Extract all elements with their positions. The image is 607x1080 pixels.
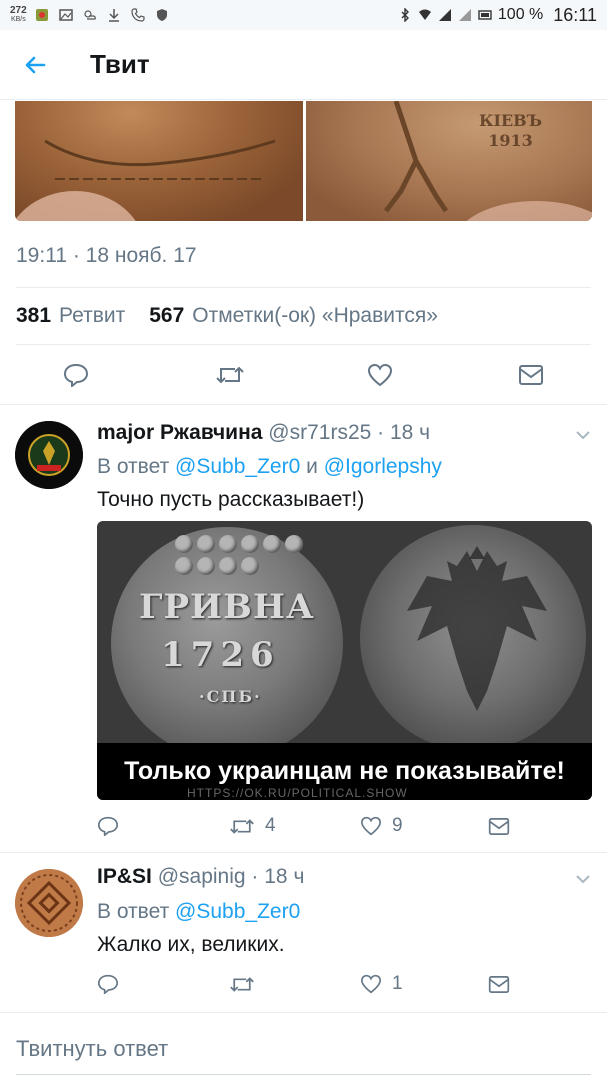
dm-button[interactable]: [488, 817, 510, 836]
battery-saver-icon: [478, 10, 492, 20]
tweet-actions: [0, 355, 607, 395]
retweet-count: 4: [265, 815, 276, 836]
coin-photo-left: [15, 101, 303, 221]
reply-icon: [97, 816, 119, 836]
like-button[interactable]: [367, 363, 393, 387]
retweet-button[interactable]: [229, 975, 265, 994]
avatar[interactable]: [15, 869, 83, 937]
shield-icon: [156, 9, 167, 21]
reply-button[interactable]: [97, 974, 119, 994]
divider: [16, 287, 591, 288]
like-button[interactable]: 1: [360, 973, 403, 995]
reply-text: Жалко их, великих.: [97, 933, 285, 956]
status-bar: 272 KB/s 100 % 16:11: [0, 0, 607, 30]
heart-icon: [360, 974, 382, 994]
coin-word: ГРИВНА: [139, 587, 315, 627]
app-header: Твит: [0, 30, 607, 100]
like-label[interactable]: Отметки(-ок) «Нравится»: [192, 304, 438, 328]
author-name[interactable]: major Ржавчина: [97, 421, 262, 444]
like-count: 1: [392, 973, 403, 994]
dm-button[interactable]: [488, 975, 510, 994]
reply-button[interactable]: [97, 816, 119, 836]
like-count: 9: [392, 815, 403, 836]
chevron-down-icon[interactable]: [575, 427, 591, 443]
coin-photo-right: КІЕВЪ 1913: [303, 101, 592, 221]
wifi-icon: [418, 9, 431, 20]
figure-engraving: [384, 101, 592, 221]
arrow-left-icon: [25, 56, 46, 73]
app-notification-icon: [35, 9, 48, 21]
coin-year: 1726: [161, 635, 280, 675]
emblem-icon: [15, 421, 83, 489]
author-handle[interactable]: @sr71rs25: [268, 421, 371, 444]
envelope-icon: [488, 975, 510, 993]
retweet-label[interactable]: Ретвит: [59, 304, 125, 328]
author-name[interactable]: IP&SI: [97, 865, 152, 888]
author-handle[interactable]: @sapinig: [158, 865, 246, 888]
retweet-icon: [230, 976, 254, 992]
ornament-icon: [15, 869, 83, 937]
retweet-icon: [216, 366, 244, 384]
reply-actions: 1: [0, 964, 607, 1004]
retweet-button[interactable]: 4: [229, 815, 276, 837]
reply-author: major Ржавчина @sr71rs25 · 18 ч: [97, 421, 430, 445]
battery-percent: 100 %: [497, 6, 544, 23]
coin-dots: [175, 535, 305, 575]
mention-link[interactable]: @Igorlepshy: [324, 455, 442, 478]
signal2-icon: [458, 9, 471, 21]
reply-text: Точно пусть рассказывает!): [97, 488, 365, 511]
divider: [0, 1012, 607, 1013]
laurel-pattern: [15, 139, 276, 221]
retweet-icon: [230, 818, 254, 834]
mention-link[interactable]: @Subb_Zer0: [175, 455, 300, 478]
network-speed-unit: KB/s: [10, 16, 26, 23]
coin-obverse: ГРИВНА 1726 ·СПБ·: [111, 527, 343, 759]
page-title: Твит: [90, 49, 150, 79]
reply-time: · 18 ч: [377, 421, 431, 444]
divider: [16, 344, 591, 345]
mention-link[interactable]: @Subb_Zer0: [175, 900, 300, 923]
chevron-down-icon[interactable]: [575, 871, 591, 887]
image-notification-icon: [58, 9, 73, 21]
input-underline: [16, 1074, 591, 1075]
image-watermark: HTTPS://OK.RU/POLITICAL.SHOW: [187, 786, 408, 800]
reply-actions: 4 9: [0, 806, 607, 846]
like-count[interactable]: 567: [149, 304, 184, 328]
download-icon: [108, 9, 119, 22]
tweet-timestamp: 19:11 · 18 нояб. 17: [16, 244, 197, 267]
reply-media[interactable]: ГРИВНА 1726 ·СПБ· Только украинцам не по…: [97, 521, 592, 800]
coin-inscription: КІЕВЪ 1913: [478, 111, 542, 150]
reply-button[interactable]: [63, 363, 89, 387]
avatar[interactable]: [15, 421, 83, 489]
tweet-media[interactable]: КІЕВЪ 1913: [15, 101, 592, 221]
coin-mint: ·СПБ·: [199, 687, 262, 706]
clock: 16:11: [553, 4, 597, 25]
reply-time: · 18 ч: [251, 865, 305, 888]
heart-icon: [360, 816, 382, 836]
phone-icon: [131, 8, 145, 22]
retweet-button[interactable]: [215, 364, 245, 386]
double-headed-eagle-icon: [407, 546, 547, 711]
reply-icon: [63, 363, 89, 387]
reply-context: В ответ @Subb_Zer0: [97, 900, 301, 923]
envelope-icon: [488, 817, 510, 835]
envelope-icon: [519, 365, 543, 385]
reply-author: IP&SI @sapinig · 18 ч: [97, 865, 304, 889]
heart-icon: [367, 363, 393, 387]
network-speed: 272 KB/s: [10, 6, 27, 24]
bluetooth-icon: [401, 8, 409, 22]
tweet-stats: 381 Ретвит 567 Отметки(-ок) «Нравится»: [16, 304, 438, 328]
reply-context: В ответ @Subb_Zer0 и @Igorlepshy: [97, 455, 442, 478]
like-button[interactable]: 9: [360, 815, 403, 837]
signal-icon: [438, 9, 451, 21]
weather-icon: [84, 10, 96, 20]
retweet-count[interactable]: 381: [16, 304, 51, 328]
reply-compose-input[interactable]: Твитнуть ответ: [16, 1036, 168, 1062]
reply-icon: [97, 974, 119, 994]
back-button[interactable]: [0, 30, 70, 100]
dm-button[interactable]: [518, 364, 544, 386]
